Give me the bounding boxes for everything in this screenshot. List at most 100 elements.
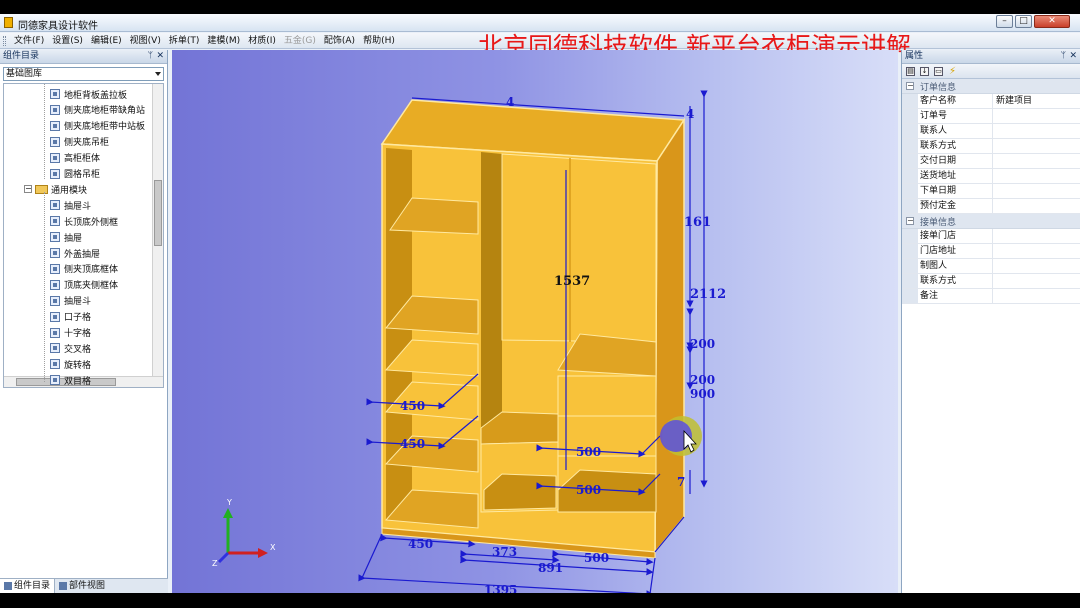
- events-icon[interactable]: ⚡: [948, 66, 957, 76]
- tree-item[interactable]: 高柜柜体: [50, 150, 100, 166]
- property-name: 下单日期: [918, 184, 993, 198]
- title-bar: 同德家具设计软件 – □ ✕: [0, 14, 1080, 32]
- property-row[interactable]: 备注: [902, 289, 1080, 304]
- menu-item-3[interactable]: 视图(V): [126, 35, 165, 47]
- property-category[interactable]: − 订单信息: [902, 79, 1080, 94]
- property-value[interactable]: [993, 169, 1080, 183]
- maximize-button[interactable]: □: [1015, 15, 1032, 28]
- property-row[interactable]: 联系方式: [902, 274, 1080, 289]
- property-category[interactable]: − 接单信息: [902, 214, 1080, 229]
- dim-200-b: 200: [690, 373, 715, 387]
- property-value[interactable]: [993, 229, 1080, 243]
- categorized-icon[interactable]: ▤: [906, 66, 915, 76]
- property-row[interactable]: 预付定金: [902, 199, 1080, 214]
- tree-item[interactable]: 外盖抽屉: [50, 245, 100, 261]
- property-row[interactable]: 联系方式: [902, 139, 1080, 154]
- menu-item-4[interactable]: 拆单(T): [165, 35, 204, 47]
- category-label: 接单信息: [920, 217, 957, 228]
- menu-item-6[interactable]: 材质(I): [244, 35, 280, 47]
- 3d-viewport[interactable]: 4 4 161 1537 2112 200 200 900 7 450 450 …: [172, 50, 898, 593]
- property-value[interactable]: [993, 289, 1080, 303]
- axis-x-label: X: [270, 543, 276, 552]
- pin-icon[interactable]: ᛘ: [1061, 50, 1066, 63]
- component-panel: 组件目录 ᛘ ✕ 基础图库 地柜背板盖拉板 侧夹底地柜带缺角站 侧夹底地柜带中站板侧…: [0, 50, 168, 593]
- app-window: 同德家具设计软件 – □ ✕ 文件(F) 设置(S) 编辑(E) 视图(V) 拆单(T)…: [0, 14, 1080, 593]
- property-row[interactable]: 送货地址: [902, 169, 1080, 184]
- tree-item[interactable]: 交叉格: [50, 340, 91, 356]
- component-tree[interactable]: 地柜背板盖拉板 侧夹底地柜带缺角站 侧夹底地柜带中站板侧夹底吊柜 高柜柜体 圆格吊柜 − 通…: [3, 83, 164, 388]
- property-value[interactable]: 新建项目: [993, 94, 1080, 108]
- collapse-icon[interactable]: −: [906, 82, 914, 90]
- property-row[interactable]: 接单门店: [902, 229, 1080, 244]
- menu-item-5[interactable]: 建模(M): [203, 35, 244, 47]
- close-button[interactable]: ✕: [1034, 15, 1070, 28]
- tree-item[interactable]: 口子格: [50, 309, 91, 325]
- wardrobe-model[interactable]: [380, 99, 686, 559]
- tab-0[interactable]: 组件目录: [0, 579, 56, 593]
- property-name: 订单号: [918, 109, 993, 123]
- tree-item[interactable]: 地柜背板盖拉板: [50, 86, 127, 102]
- menu-item-7[interactable]: 五金(G): [280, 35, 320, 47]
- property-row[interactable]: 联系人: [902, 124, 1080, 139]
- property-value[interactable]: [993, 244, 1080, 258]
- component-icon: [50, 120, 60, 131]
- property-name: 联系人: [918, 124, 993, 138]
- dim-bottom-right: 500: [584, 551, 609, 565]
- menu-item-1[interactable]: 设置(S): [48, 35, 87, 47]
- minimize-button[interactable]: –: [996, 15, 1013, 28]
- tree-item[interactable]: 长顶底外侧框: [50, 213, 118, 229]
- property-value[interactable]: [993, 259, 1080, 273]
- tree-item[interactable]: 侧夹底地柜带中站板: [50, 118, 145, 134]
- property-value[interactable]: [993, 274, 1080, 288]
- pin-icon[interactable]: ᛘ: [148, 50, 153, 63]
- property-row[interactable]: 客户名称 新建项目: [902, 94, 1080, 109]
- collapse-icon[interactable]: −: [906, 217, 914, 225]
- property-row[interactable]: 下单日期: [902, 184, 1080, 199]
- tree-folder[interactable]: − 通用模块: [24, 181, 87, 197]
- tree-item[interactable]: 抽屉: [50, 229, 82, 245]
- property-row[interactable]: 订单号: [902, 109, 1080, 124]
- tree-vertical-scrollbar[interactable]: [152, 84, 163, 387]
- menu-item-9[interactable]: 帮助(H): [359, 35, 399, 47]
- property-row[interactable]: 门店地址: [902, 244, 1080, 259]
- property-value[interactable]: [993, 154, 1080, 168]
- tree-item[interactable]: 抽屉斗: [50, 197, 91, 213]
- menu-item-8[interactable]: 配饰(A): [320, 35, 359, 47]
- tree-item-label: 外盖抽屉: [64, 249, 101, 260]
- menu-item-2[interactable]: 编辑(E): [87, 35, 126, 47]
- axis-gizmo: Y X Z: [212, 498, 276, 568]
- property-name: 联系方式: [918, 139, 993, 153]
- close-icon[interactable]: ✕: [1069, 50, 1077, 63]
- panel-tabs: 组件目录 部件视图: [0, 578, 168, 593]
- tree-item-label: 侧夹底吊柜: [64, 138, 110, 149]
- tree-item-label: 交叉格: [64, 344, 92, 355]
- tree-item[interactable]: 侧夹顶底框体: [50, 261, 118, 277]
- property-value[interactable]: [993, 139, 1080, 153]
- tree-item[interactable]: 侧夹底地柜带缺角站: [50, 102, 145, 118]
- property-value[interactable]: [993, 184, 1080, 198]
- property-value[interactable]: [993, 199, 1080, 213]
- close-icon[interactable]: ✕: [156, 50, 164, 63]
- property-row[interactable]: 制图人: [902, 259, 1080, 274]
- collapse-icon[interactable]: −: [24, 185, 32, 194]
- tree-item[interactable]: 旋转格: [50, 356, 91, 372]
- dim-left-drawer-1: 450: [400, 399, 425, 413]
- property-name: 制图人: [918, 259, 993, 273]
- tree-item[interactable]: 侧夹底吊柜: [50, 134, 109, 150]
- window-title: 同德家具设计软件: [18, 21, 98, 32]
- component-icon: [50, 232, 60, 243]
- property-value[interactable]: [993, 109, 1080, 123]
- library-select[interactable]: 基础图库: [3, 67, 164, 81]
- tree-item[interactable]: 顶底夹侧框体: [50, 277, 118, 293]
- tree-item[interactable]: 圆格吊柜: [50, 166, 100, 182]
- property-row[interactable]: 交付日期: [902, 154, 1080, 169]
- tree-item[interactable]: 十字格: [50, 325, 91, 341]
- property-value[interactable]: [993, 124, 1080, 138]
- tree-item[interactable]: 双目格: [50, 372, 91, 387]
- sort-alpha-icon[interactable]: ↓: [920, 66, 929, 76]
- tree-item-label: 抽屉: [64, 233, 83, 244]
- tab-1[interactable]: 部件视图: [55, 579, 109, 593]
- tree-item[interactable]: 抽屉斗: [50, 293, 91, 309]
- menu-item-0[interactable]: 文件(F): [10, 35, 48, 47]
- property-pages-icon[interactable]: ▭: [934, 66, 943, 76]
